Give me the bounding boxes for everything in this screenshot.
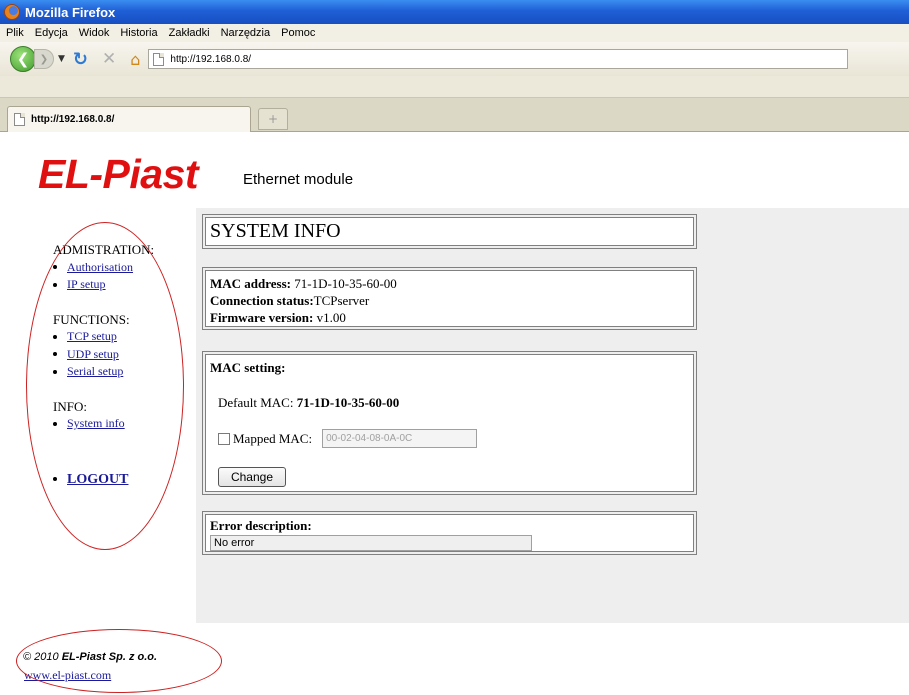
url-text: http://192.168.0.8/ — [170, 53, 252, 65]
menu-historia[interactable]: Historia — [120, 27, 157, 39]
tab-active[interactable]: http://192.168.0.8/ — [7, 106, 251, 132]
home-icon[interactable]: ⌂ — [130, 50, 140, 69]
reload-icon[interactable]: ↻ — [73, 49, 88, 70]
logo: EL-Piast — [38, 151, 199, 197]
error-description-box: Error description: No error — [202, 511, 697, 555]
menu-bar: Plik Edycja Widok Historia Zakładki Narz… — [0, 24, 909, 42]
system-info-title-box: SYSTEM INFO — [202, 214, 697, 249]
plus-icon: + — [267, 112, 279, 126]
tab-page-icon — [14, 113, 25, 126]
mac-setting-box: MAC setting: Default MAC: 71-1D-10-35-60… — [202, 351, 697, 495]
url-bar[interactable]: http://192.168.0.8/ — [148, 49, 849, 69]
tab-label: http://192.168.0.8/ — [31, 114, 115, 125]
tab-strip: http://192.168.0.8/ + — [0, 98, 909, 132]
connection-status-row: Connection status:TCPserver — [210, 292, 689, 309]
menu-narzedzia[interactable]: Narzędzia — [221, 27, 271, 39]
error-description-title: Error description: — [210, 518, 312, 533]
footer-highlight-oval — [16, 629, 222, 693]
navigation-toolbar: ❮ ❯ ▼ ↻ ✕ ⌂ http://192.168.0.8/ — [0, 42, 909, 76]
logo-subtitle: Ethernet module — [243, 171, 354, 188]
page-icon — [153, 52, 165, 66]
connection-status-value: TCPserver — [313, 293, 370, 308]
firmware-version-value: v1.00 — [313, 310, 346, 325]
mapped-mac-checkbox[interactable] — [218, 432, 230, 445]
change-button[interactable]: Change — [218, 467, 286, 487]
page-title: SYSTEM INFO — [210, 220, 341, 242]
menu-pomoc[interactable]: Pomoc — [281, 27, 315, 39]
firefox-logo-icon — [4, 4, 20, 20]
menu-widok[interactable]: Widok — [79, 27, 110, 39]
forward-button[interactable]: ❯ — [34, 49, 54, 69]
device-info-box: MAC address: 71-1D-10-35-60-00 Connectio… — [202, 267, 697, 330]
stop-icon[interactable]: ✕ — [102, 49, 116, 69]
window-titlebar: Mozilla Firefox — [0, 0, 909, 24]
forward-arrow-icon: ❯ — [39, 53, 49, 65]
menu-edycja[interactable]: Edycja — [35, 27, 68, 39]
history-dropdown-icon[interactable]: ▼ — [58, 54, 65, 64]
mac-address-label: MAC address: — [210, 276, 292, 291]
page-content: EL-Piast Ethernet module ADMISTRATION: A… — [0, 133, 909, 695]
mac-setting-title: MAC setting: — [210, 360, 286, 375]
menu-plik[interactable]: Plik — [6, 27, 24, 39]
back-arrow-icon: ❮ — [16, 50, 30, 68]
default-mac-label: Default MAC: — [218, 395, 297, 410]
back-button[interactable]: ❮ — [10, 46, 36, 72]
default-mac-row: Default MAC: 71-1D-10-35-60-00 — [218, 395, 399, 411]
firmware-version-row: Firmware version: v1.00 — [210, 309, 689, 326]
sidebar-highlight-oval — [26, 222, 184, 550]
error-description-field: No error — [210, 535, 532, 551]
mac-address-row: MAC address: 71-1D-10-35-60-00 — [210, 275, 689, 292]
window-title: Mozilla Firefox — [25, 4, 116, 20]
mapped-mac-row: Mapped MAC: 00-02-04-08-0A-0C — [218, 429, 478, 448]
new-tab-button[interactable]: + — [258, 108, 288, 130]
menu-zakladki[interactable]: Zakładki — [169, 27, 210, 39]
firmware-version-label: Firmware version: — [210, 310, 314, 325]
mapped-mac-label: Mapped MAC: — [233, 430, 313, 446]
bookmarks-toolbar — [0, 76, 909, 98]
mapped-mac-input[interactable]: 00-02-04-08-0A-0C — [322, 429, 478, 448]
default-mac-value: 71-1D-10-35-60-00 — [296, 395, 400, 410]
mac-address-value: 71-1D-10-35-60-00 — [291, 276, 397, 291]
connection-status-label: Connection status: — [210, 293, 314, 308]
